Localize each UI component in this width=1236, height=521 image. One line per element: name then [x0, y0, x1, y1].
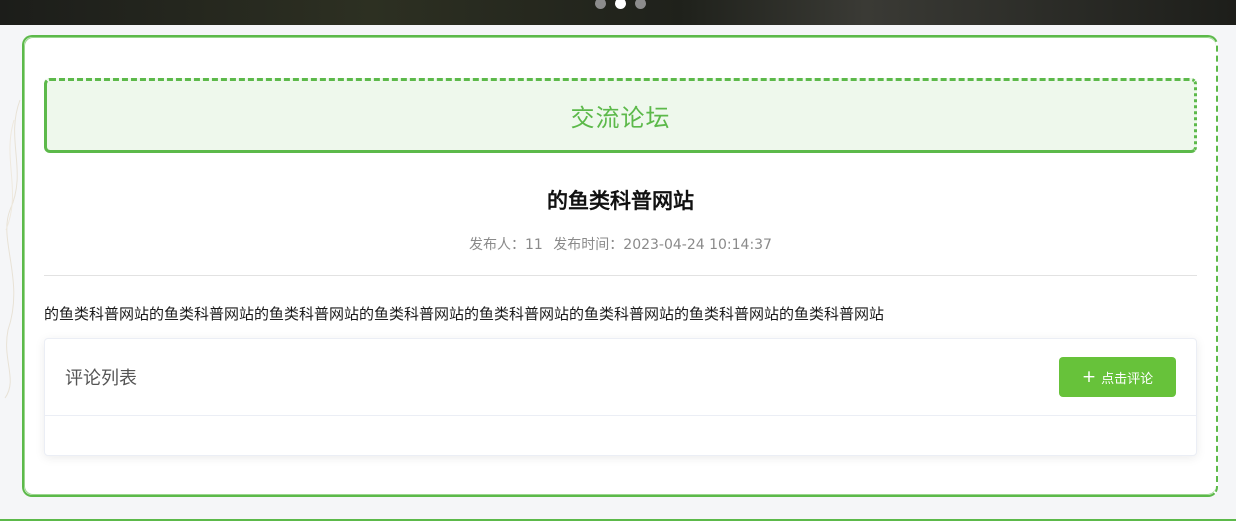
- forum-heading-box: 交流论坛: [44, 78, 1197, 153]
- post-publisher: 发布人：11: [469, 237, 543, 253]
- post-meta: 发布人：11 发布时间：2023-04-24 10:14:37: [44, 234, 1197, 254]
- add-comment-label: 点击评论: [1101, 371, 1154, 387]
- plus-icon: +: [1081, 366, 1097, 387]
- comments-title: 评论列表: [65, 368, 137, 389]
- add-comment-button[interactable]: + 点击评论: [1059, 357, 1176, 397]
- carousel-dot-1[interactable]: [595, 0, 606, 9]
- carousel-dot-3[interactable]: [635, 0, 646, 9]
- divider: [44, 275, 1197, 276]
- comments-header: 评论列表 + 点击评论: [45, 339, 1196, 416]
- carousel-banner: [0, 0, 1236, 25]
- forum-heading: 交流论坛: [570, 104, 671, 132]
- post-title: 的鱼类科普网站: [547, 189, 694, 213]
- carousel-dot-2[interactable]: [615, 0, 626, 9]
- comments-card: 评论列表 + 点击评论: [44, 338, 1197, 456]
- post-publish-time: 发布时间：2023-04-24 10:14:37: [553, 237, 772, 253]
- post-body: 的鱼类科普网站的鱼类科普网站的鱼类科普网站的鱼类科普网站的鱼类科普网站的鱼类科普…: [44, 305, 885, 323]
- carousel-indicators: [595, 0, 646, 9]
